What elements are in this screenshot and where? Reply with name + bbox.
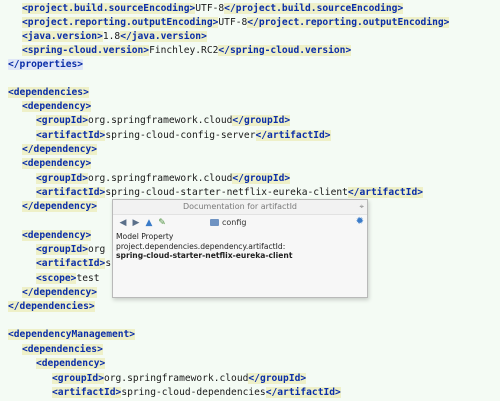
xml-tag: <project.build.sourceEncoding> [22, 3, 196, 14]
xml-tag: </artifactId> [347, 187, 423, 198]
xml-tag: <dependency> [22, 101, 92, 112]
popup-title-text: Documentation for artifactId [183, 202, 297, 211]
code-line[interactable]: <spring-cloud.version>Finchley.RC2</spri… [22, 44, 352, 57]
popup-content: Model Property project.dependencies.depe… [116, 232, 364, 261]
xml-tag: <groupId> [36, 115, 88, 126]
code-line[interactable]: <artifactId>spring-cloud-dependencies</a… [52, 386, 341, 399]
xml-tag: </dependency> [22, 287, 98, 298]
code-line[interactable]: <artifactId>spring-cloud-config-server</… [36, 129, 331, 142]
arrow-left-icon[interactable]: ◀ [117, 216, 129, 230]
code-line[interactable]: <groupId>org [36, 243, 105, 256]
code-text: org.springframework.cloud [87, 115, 233, 126]
xml-tag: <artifactId> [36, 130, 106, 141]
code-text: org.springframework.cloud [87, 173, 233, 184]
xml-tag: <artifactId> [36, 258, 106, 269]
code-text: UTF-8 [218, 17, 248, 28]
xml-tag: <groupId> [52, 373, 104, 384]
xml-tag: <java.version> [22, 31, 103, 42]
xml-tag: <groupId> [36, 173, 88, 184]
code-line[interactable]: <java.version>1.8</java.version> [22, 30, 207, 43]
xml-tag: <dependency> [22, 230, 92, 241]
code-line[interactable]: <dependencyManagement> [8, 328, 136, 341]
popup-title: Documentation for artifactId ⌖ [113, 200, 367, 215]
code-line[interactable]: <artifactId>spring-cloud-starter-netflix… [36, 186, 423, 199]
code-line[interactable]: <groupId>org.springframework.cloud</grou… [52, 372, 307, 385]
code-line[interactable]: <scope>test [36, 272, 100, 285]
arrow-right-icon[interactable]: ▶ [130, 216, 142, 230]
pin-icon[interactable]: ⌖ [359, 200, 364, 214]
breadcrumb-label: config [222, 218, 247, 227]
xml-tag: </dependency> [22, 201, 98, 212]
xml-tag: <spring-cloud.version> [22, 45, 150, 56]
xml-tag: <dependency> [36, 358, 106, 369]
xml-tag: <dependencyManagement> [8, 329, 136, 340]
xml-tag: </groupId> [248, 373, 307, 384]
breadcrumb[interactable]: config [210, 216, 246, 230]
xml-tag: <project.reporting.outputEncoding> [22, 17, 219, 28]
property-value: spring-cloud-starter-netflix-eureka-clie… [116, 251, 293, 260]
code-line[interactable]: <groupId>org.springframework.cloud</grou… [36, 172, 291, 185]
xml-tag: </properties> [8, 59, 84, 70]
code-line[interactable]: <dependency> [22, 157, 92, 170]
code-text: spring-cloud-dependencies [121, 387, 266, 398]
code-text: spring-cloud-starter-netflix-eureka-clie… [105, 187, 348, 198]
documentation-popup[interactable]: Documentation for artifactId ⌖ ◀ ▶ ▲ ✎ c… [112, 199, 368, 298]
code-text: spring-cloud-config-server [105, 130, 256, 141]
xml-tag: </groupId> [232, 115, 291, 126]
code-text: org [87, 244, 106, 255]
code-text: UTF-8 [195, 3, 225, 14]
code-text: 1.8 [102, 31, 121, 42]
code-line[interactable]: </dependencies> [8, 300, 95, 313]
code-text: org.springframework.cloud [103, 373, 249, 384]
code-line[interactable]: <project.reporting.outputEncoding>UTF-8<… [22, 16, 450, 29]
code-line[interactable]: <artifactId>spr [36, 257, 123, 270]
code-line[interactable]: <groupId>org.springframework.cloud</grou… [36, 114, 291, 127]
gear-icon[interactable]: ✹ [356, 216, 364, 227]
xml-tag: </dependency> [22, 144, 98, 155]
code-line[interactable]: </dependency> [22, 143, 98, 156]
arrow-up-icon[interactable]: ▲ [143, 216, 155, 230]
xml-tag: </groupId> [232, 173, 291, 184]
code-line[interactable]: <dependencies> [22, 343, 103, 356]
code-text: Finchley.RC2 [149, 45, 219, 56]
xml-tag: </java.version> [120, 31, 207, 42]
code-line[interactable]: <dependencies> [8, 86, 89, 99]
xml-tag: <scope> [36, 273, 77, 284]
xml-tag: <dependencies> [22, 344, 103, 355]
xml-tag: <groupId> [36, 244, 88, 255]
xml-tag: </project.build.sourceEncoding> [224, 3, 404, 14]
xml-tag: </artifactId> [255, 130, 331, 141]
xml-tag: <dependency> [22, 158, 92, 169]
code-text: test [76, 273, 100, 284]
code-line[interactable]: <dependency> [22, 100, 92, 113]
xml-tag: <dependencies> [8, 87, 89, 98]
code-line[interactable]: </properties> [8, 58, 84, 71]
code-line[interactable]: </dependency> [22, 200, 98, 213]
folder-icon [210, 219, 219, 226]
popup-toolbar: ◀ ▶ ▲ ✎ config ✹ [113, 215, 367, 231]
xml-tag: </spring-cloud.version> [218, 45, 352, 56]
model-label: Model Property [116, 232, 174, 241]
xml-tag: </artifactId> [265, 387, 341, 398]
xml-tag: </dependencies> [8, 301, 95, 312]
code-line[interactable]: <project.build.sourceEncoding>UTF-8</pro… [22, 2, 404, 15]
edit-source-icon[interactable]: ✎ [156, 216, 168, 230]
property-path: project.dependencies.dependency.artifact… [116, 241, 286, 251]
xml-tag: <artifactId> [52, 387, 122, 398]
code-line[interactable]: <dependency> [36, 357, 106, 370]
code-line[interactable]: <dependency> [22, 229, 92, 242]
xml-tag: <artifactId> [36, 187, 106, 198]
code-line[interactable]: </dependency> [22, 286, 98, 299]
xml-tag: </project.reporting.outputEncoding> [247, 17, 450, 28]
